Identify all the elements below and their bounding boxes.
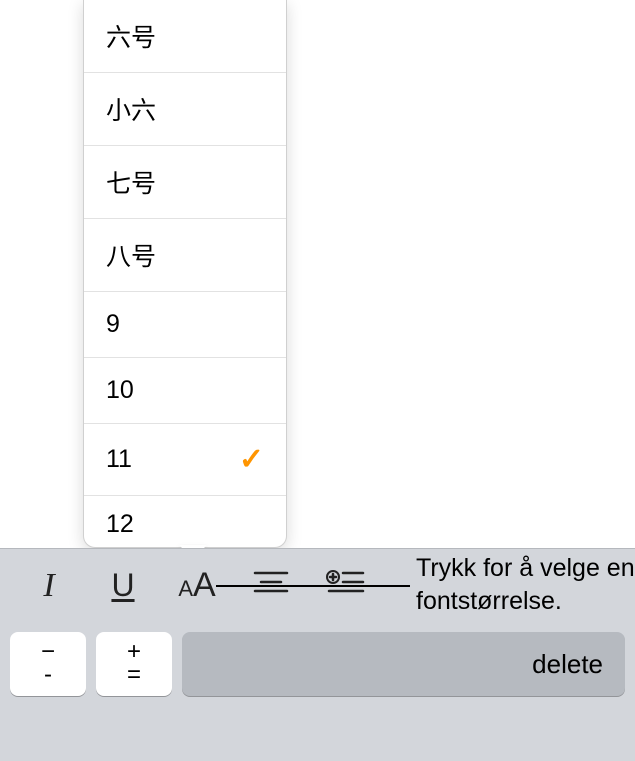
delete-key[interactable]: delete (182, 632, 625, 696)
font-size-icon: AA (178, 566, 215, 605)
size-option[interactable]: 小六 (84, 73, 286, 146)
font-size-popover: 六号 小六 七号 八号 9 10 11 ✓ 12 (83, 0, 287, 548)
size-option[interactable]: 六号 (84, 0, 286, 73)
size-label: 七号 (106, 164, 156, 200)
size-label: 八号 (106, 237, 156, 273)
size-label: 9 (106, 310, 120, 339)
minus-hyphen-key[interactable]: − - (10, 632, 86, 696)
keyboard-bg (0, 706, 635, 761)
size-option-selected[interactable]: 11 ✓ (84, 424, 286, 496)
size-option[interactable]: 10 (84, 358, 286, 424)
size-label: 12 (106, 510, 134, 539)
key-bottom-label: - (44, 664, 52, 687)
underline-button[interactable]: U (90, 557, 156, 615)
keyboard-row: − - + = delete (0, 622, 635, 706)
size-label: 小六 (106, 91, 156, 127)
size-option[interactable]: 八号 (84, 219, 286, 292)
italic-icon: I (43, 567, 54, 605)
size-label: 10 (106, 376, 134, 405)
checkmark-icon: ✓ (239, 442, 264, 477)
key-bottom-label: = (127, 664, 141, 687)
italic-button[interactable]: I (16, 557, 82, 615)
size-option[interactable]: 12 (84, 496, 286, 547)
size-label: 六号 (106, 18, 156, 54)
size-option[interactable]: 9 (84, 292, 286, 358)
callout-text: Trykk for å velge en fontstørrelse. (416, 552, 635, 617)
plus-equals-key[interactable]: + = (96, 632, 172, 696)
delete-label: delete (532, 649, 603, 680)
callout-leader-line (216, 585, 410, 587)
font-size-list: 六号 小六 七号 八号 9 10 11 ✓ 12 (84, 0, 286, 547)
underline-icon: U (111, 567, 134, 604)
size-option[interactable]: 七号 (84, 146, 286, 219)
size-label: 11 (106, 445, 132, 474)
